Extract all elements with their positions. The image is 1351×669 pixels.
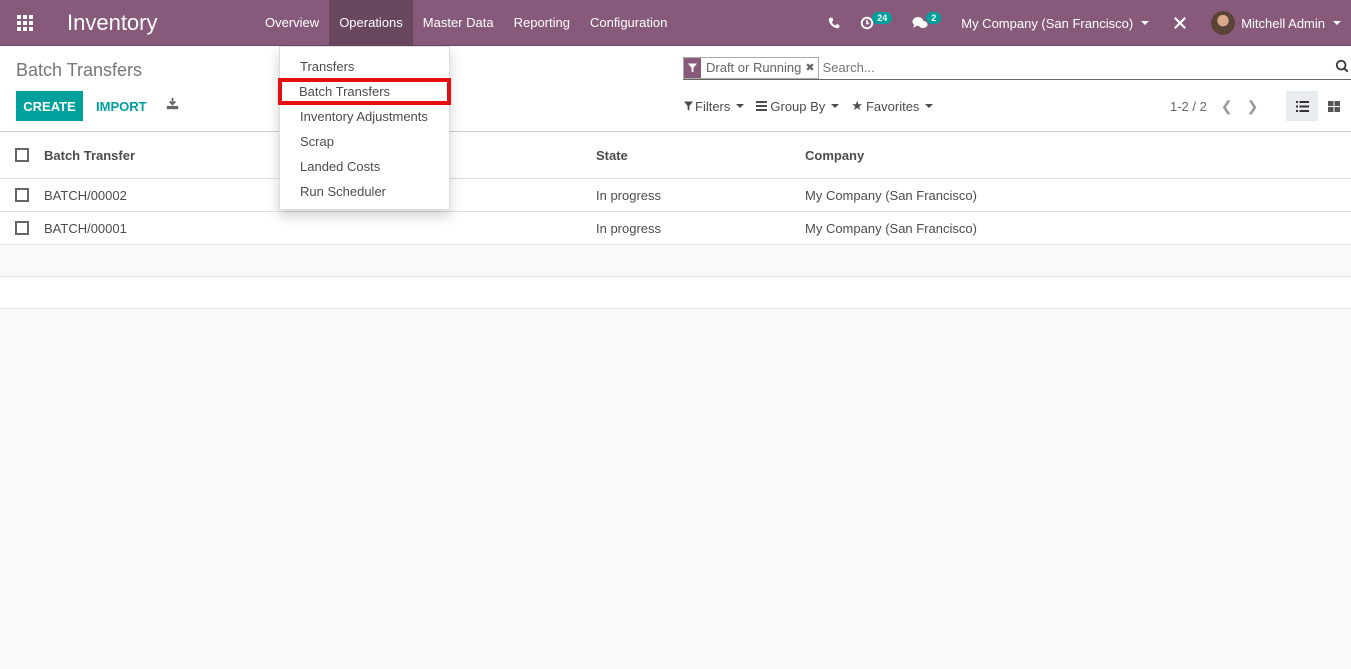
caret-down-icon <box>736 104 745 108</box>
user-menu[interactable]: Mitchell Admin <box>1201 0 1351 46</box>
cell-batch-name: BATCH/00002 <box>44 187 127 203</box>
caret-down-icon <box>831 104 840 108</box>
list-header: Batch Transfer State Company <box>0 132 1351 179</box>
star-icon: ★ <box>851 98 863 113</box>
favorites-toggle[interactable]: ★ Favorites <box>851 98 934 114</box>
cell-company: My Company (San Francisco) <box>805 220 977 236</box>
download-button[interactable] <box>166 97 179 113</box>
main-menu: Overview Operations Master Data Reportin… <box>255 0 677 46</box>
company-switcher[interactable]: My Company (San Francisco) <box>951 0 1159 46</box>
activities-badge: 24 <box>872 12 893 24</box>
groupby-label: Group By <box>770 98 826 114</box>
column-header-company[interactable]: Company <box>805 148 864 163</box>
menu-item-run-scheduler[interactable]: Run Scheduler <box>280 179 449 204</box>
tools-icon <box>1174 17 1187 29</box>
page-title: Batch Transfers <box>16 60 143 80</box>
apps-menu-button[interactable] <box>0 0 50 46</box>
search-options: Filters Group By ★ Favorites <box>684 98 934 114</box>
row-checkbox[interactable] <box>15 221 29 235</box>
control-panel: Batch Transfers CREATE IMPORT Draft or R… <box>0 46 1351 132</box>
activities-button[interactable]: 24 <box>850 0 902 46</box>
caret-down-icon <box>1333 21 1341 25</box>
pager-value[interactable]: 1-2 / 2 <box>1170 99 1207 114</box>
app-name[interactable]: Inventory <box>50 10 255 36</box>
kanban-view-button[interactable] <box>1318 91 1350 121</box>
search-bar: Draft or Running ✖ <box>683 56 1351 80</box>
groupby-toggle[interactable]: Group By <box>756 98 840 114</box>
menu-operations[interactable]: Operations <box>329 0 413 46</box>
filters-toggle[interactable]: Filters <box>684 98 745 114</box>
column-header-batch-transfer[interactable]: Batch Transfer <box>44 148 135 163</box>
menu-configuration[interactable]: Configuration <box>580 0 677 46</box>
cell-batch-name: BATCH/00001 <box>44 220 127 236</box>
table-row[interactable]: BATCH/00001 In progress My Company (San … <box>0 212 1351 245</box>
search-facet: Draft or Running ✖ <box>683 56 819 79</box>
facet-remove-icon[interactable]: ✖ <box>805 61 817 74</box>
menu-item-scrap[interactable]: Scrap <box>280 129 449 154</box>
empty-row <box>0 277 1351 309</box>
debug-tools-button[interactable] <box>1159 0 1201 46</box>
menu-item-transfers[interactable]: Transfers <box>280 54 449 79</box>
filter-icon <box>684 101 693 111</box>
view-switcher <box>1286 91 1350 121</box>
favorites-label: Favorites <box>865 98 920 114</box>
empty-row <box>0 245 1351 277</box>
systray: 24 2 My Company (San Francisco) Mitchell… <box>818 0 1351 46</box>
menu-item-inventory-adjustments[interactable]: Inventory Adjustments <box>280 104 449 129</box>
next-page-button[interactable]: ❯ <box>1247 98 1259 115</box>
previous-page-button[interactable]: ❮ <box>1221 98 1233 115</box>
cell-company: My Company (San Francisco) <box>805 187 977 203</box>
create-button[interactable]: CREATE <box>16 91 83 121</box>
phone-button[interactable] <box>818 0 850 46</box>
menu-overview[interactable]: Overview <box>255 0 329 46</box>
filter-icon <box>684 57 701 78</box>
list-icon <box>1295 100 1309 112</box>
import-button[interactable]: IMPORT <box>96 91 147 121</box>
row-checkbox[interactable] <box>15 188 29 202</box>
column-header-state[interactable]: State <box>596 148 628 163</box>
menu-item-batch-transfers[interactable]: Batch Transfers <box>278 78 451 105</box>
caret-down-icon <box>925 104 934 108</box>
search-input[interactable] <box>822 60 1351 75</box>
menu-reporting[interactable]: Reporting <box>504 0 580 46</box>
facet-value: Draft or Running <box>706 60 802 75</box>
batch-transfer-list: Batch Transfer State Company BATCH/00002… <box>0 132 1351 309</box>
bars-icon <box>756 101 768 111</box>
top-navbar: Inventory Overview Operations Master Dat… <box>0 0 1351 46</box>
caret-down-icon <box>1141 21 1150 25</box>
filters-label: Filters <box>695 98 731 114</box>
menu-item-landed-costs[interactable]: Landed Costs <box>280 154 449 179</box>
messages-button[interactable]: 2 <box>902 0 951 46</box>
table-row[interactable]: BATCH/00002 In progress My Company (San … <box>0 179 1351 212</box>
company-name: My Company (San Francisco) <box>961 15 1134 31</box>
phone-icon <box>828 17 840 29</box>
menu-master-data[interactable]: Master Data <box>413 0 504 46</box>
operations-dropdown: Transfers Batch Transfers Inventory Adju… <box>278 46 451 210</box>
search-icon[interactable] <box>1335 59 1349 73</box>
download-icon <box>166 97 179 110</box>
pager: 1-2 / 2 ❮ ❯ <box>1170 98 1258 115</box>
cell-state: In progress <box>596 220 662 236</box>
select-all-checkbox[interactable] <box>15 148 29 162</box>
user-avatar <box>1211 11 1236 35</box>
apps-grid-icon <box>17 14 33 31</box>
user-name: Mitchell Admin <box>1241 15 1325 31</box>
list-view-button[interactable] <box>1286 91 1318 121</box>
cell-state: In progress <box>596 187 662 203</box>
messages-badge: 2 <box>926 12 942 24</box>
kanban-icon <box>1328 100 1340 112</box>
